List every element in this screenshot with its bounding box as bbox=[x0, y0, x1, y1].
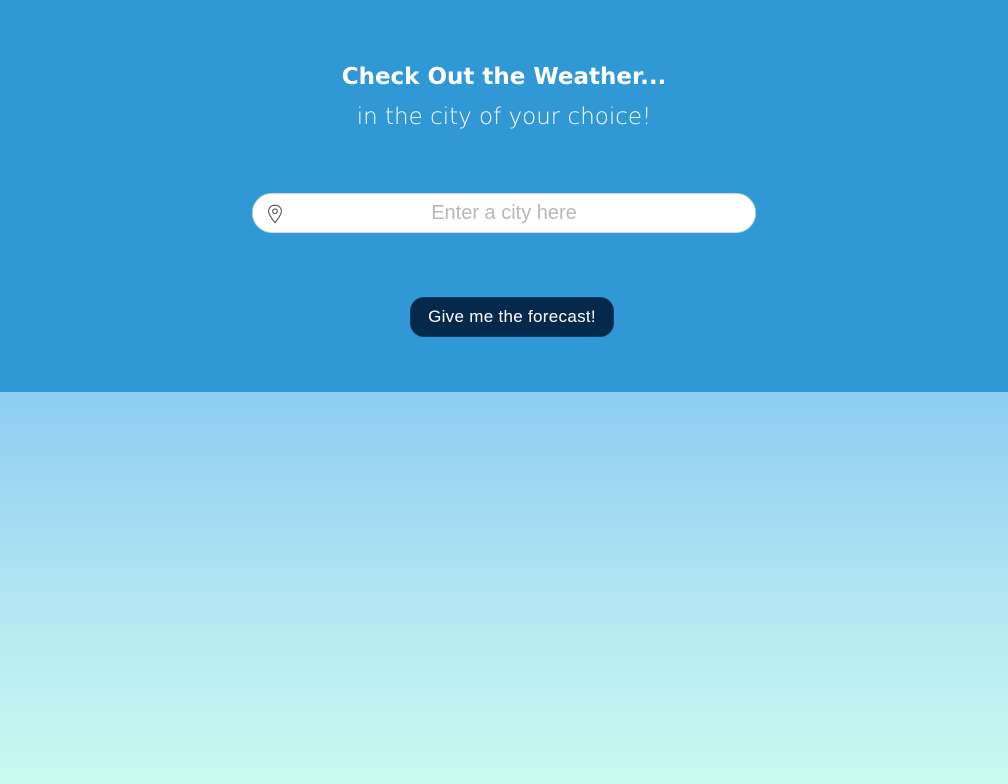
page-subtitle: in the city of your choice! bbox=[356, 104, 652, 130]
city-input[interactable] bbox=[289, 194, 719, 232]
page-title: Check Out the Weather... bbox=[341, 64, 667, 90]
location-pin-icon bbox=[266, 204, 284, 224]
city-search-box[interactable] bbox=[252, 193, 756, 233]
forecast-button[interactable]: Give me the forecast! bbox=[410, 297, 614, 337]
content-area bbox=[0, 392, 1008, 784]
header-panel: Check Out the Weather... in the city of … bbox=[0, 0, 1008, 392]
weather-page: Check Out the Weather... in the city of … bbox=[0, 0, 1008, 784]
